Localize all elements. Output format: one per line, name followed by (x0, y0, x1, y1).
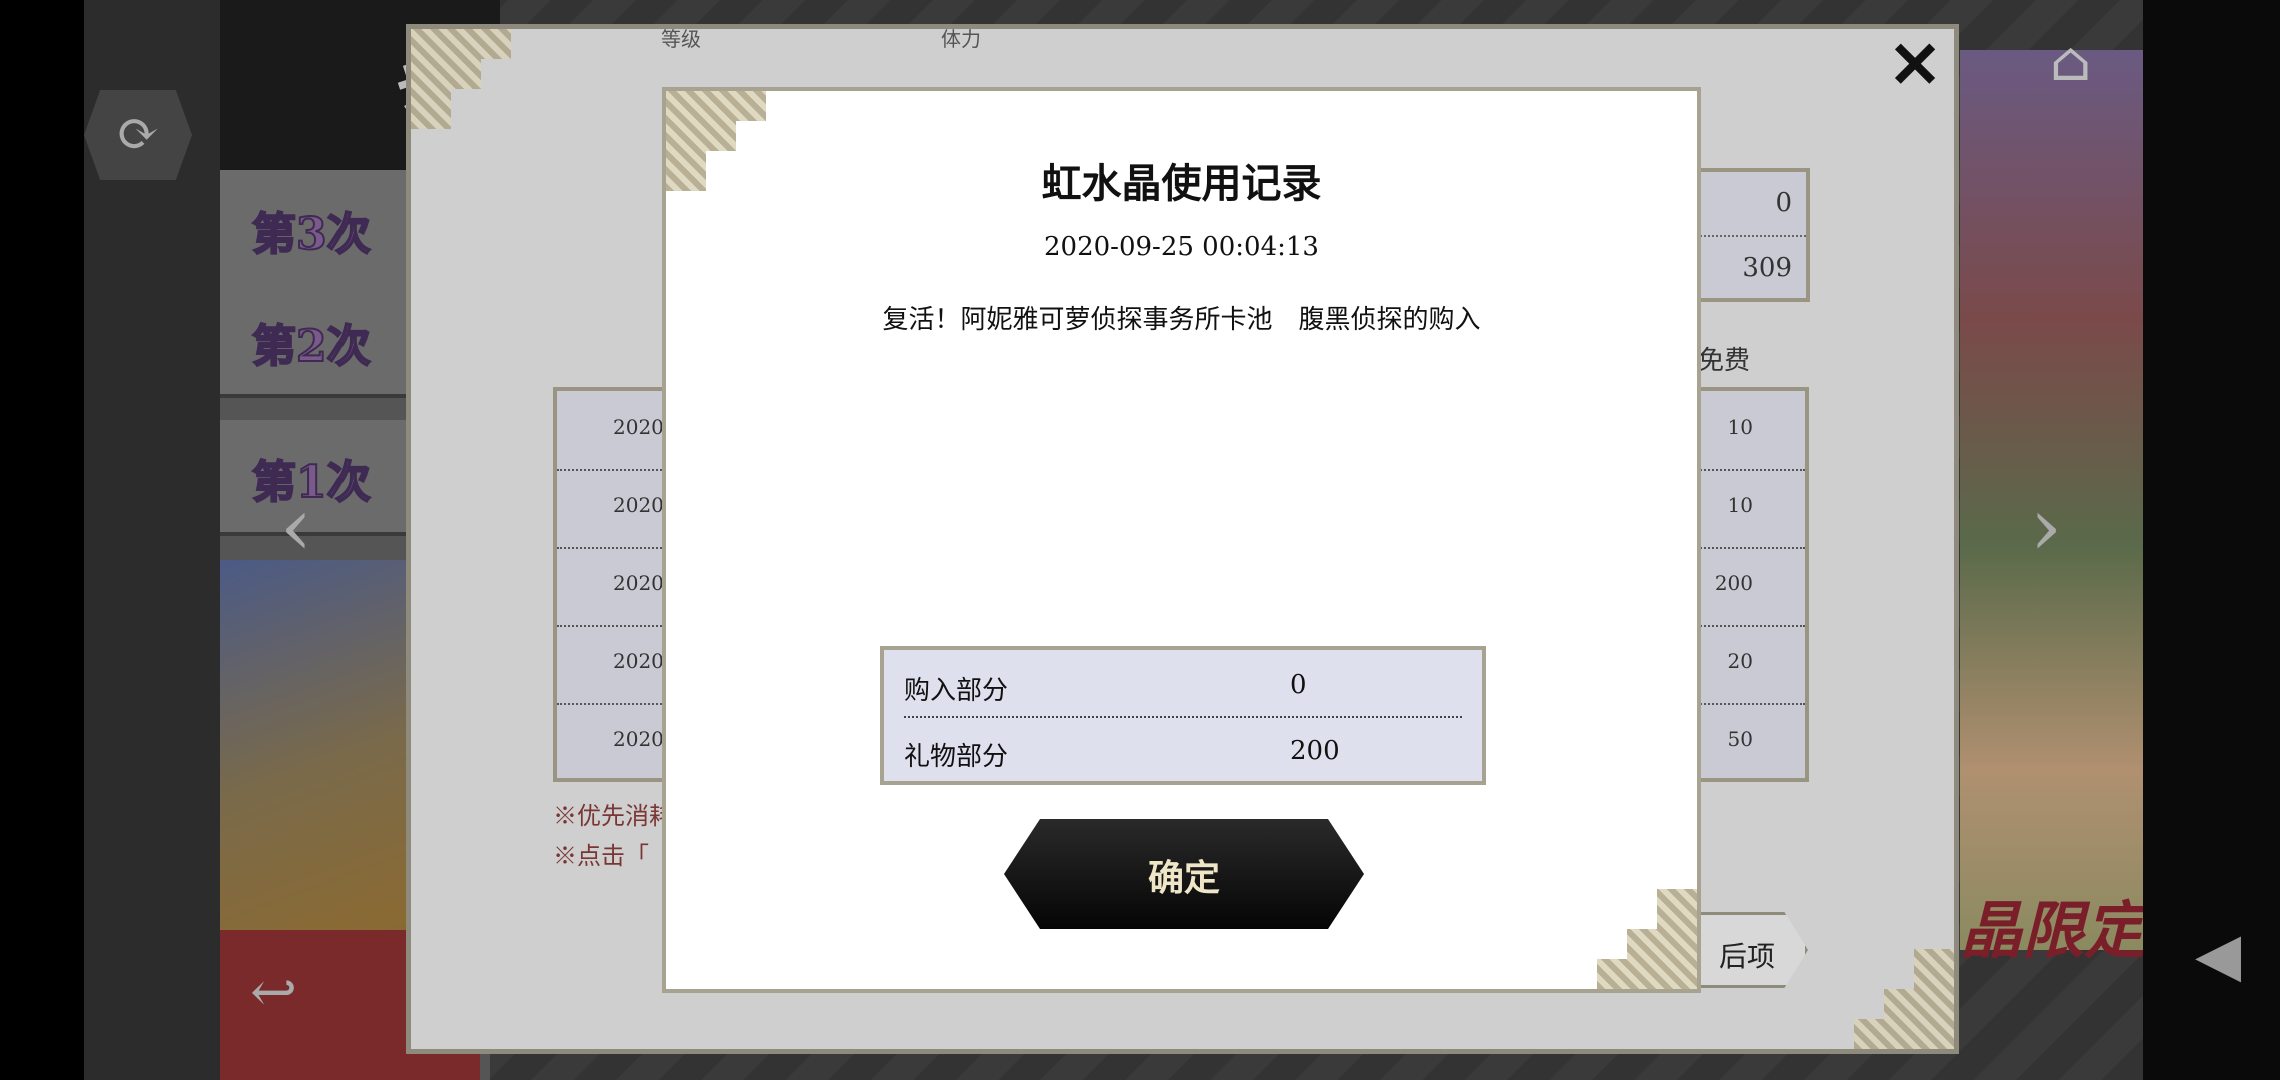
speaker-icon[interactable]: ◀ (2195, 920, 2241, 990)
confirm-label: 确定 (1147, 857, 1220, 899)
breakdown-row-gift: 礼物部分 200 (904, 718, 1462, 782)
row-value: 10 (1727, 493, 1753, 517)
stat-purchased: 0 (1689, 172, 1806, 237)
breakdown-row-purchased: 购入部分 0 (904, 652, 1462, 718)
breakdown-value: 0 (1290, 670, 1307, 700)
tab-draw-2-label: 第2次 (251, 320, 372, 373)
level-label: 等级 (661, 27, 701, 51)
breakdown-value: 200 (1290, 736, 1340, 766)
refresh-button[interactable]: ⟳ (84, 90, 192, 180)
chevron-left-icon[interactable]: ‹ (280, 480, 312, 573)
record-timestamp: 2020-09-25 00:04:13 (1044, 232, 1319, 262)
home-icon[interactable]: ⌂ (2050, 30, 2091, 93)
confirm-button[interactable]: 确定 (1004, 819, 1364, 929)
stamina-label: 体力 (941, 27, 981, 51)
next-page-label: 后项 (1719, 940, 1776, 973)
note-priority: ※优先消耗 (553, 802, 673, 830)
corner-ornament (411, 29, 511, 129)
back-arrow-icon[interactable]: ↩ (250, 960, 297, 1025)
breakdown-label: 购入部分 (904, 676, 1009, 706)
screen-bezel-left (0, 0, 84, 1080)
usage-breakdown-box: 购入部分 0 礼物部分 200 (880, 646, 1486, 785)
corner-ornament (1597, 889, 1697, 989)
note-click: ※点击「 (553, 842, 649, 870)
row-value: 50 (1727, 727, 1753, 751)
next-page-button[interactable]: 后项 (1690, 912, 1808, 988)
row-value: 20 (1727, 649, 1753, 673)
chevron-right-icon[interactable]: › (2030, 480, 2062, 573)
stat-total: 309 (1742, 253, 1792, 283)
dialog-title: 虹水晶使用记录 (1041, 160, 1322, 207)
tab-draw-3-label: 第3次 (251, 208, 372, 261)
refresh-icon: ⟳ (116, 104, 160, 164)
close-button[interactable]: ✕ (1880, 34, 1950, 104)
crystal-stats-box: 0 309 (1685, 168, 1810, 302)
record-description: 复活！阿妮雅可萝侦探事务所卡池 腹黑侦探的购入 (882, 305, 1481, 335)
screen-bezel-right (2143, 0, 2280, 1080)
row-value: 200 (1714, 571, 1753, 595)
free-column-header: 免费 (1698, 346, 1751, 376)
breakdown-label: 礼物部分 (904, 742, 1009, 772)
row-value: 10 (1727, 415, 1753, 439)
corner-ornament (1854, 949, 1954, 1049)
usage-record-dialog: 虹水晶使用记录 2020-09-25 00:04:13 复活！阿妮雅可萝侦探事务… (662, 87, 1701, 993)
close-icon: ✕ (1888, 28, 1942, 103)
